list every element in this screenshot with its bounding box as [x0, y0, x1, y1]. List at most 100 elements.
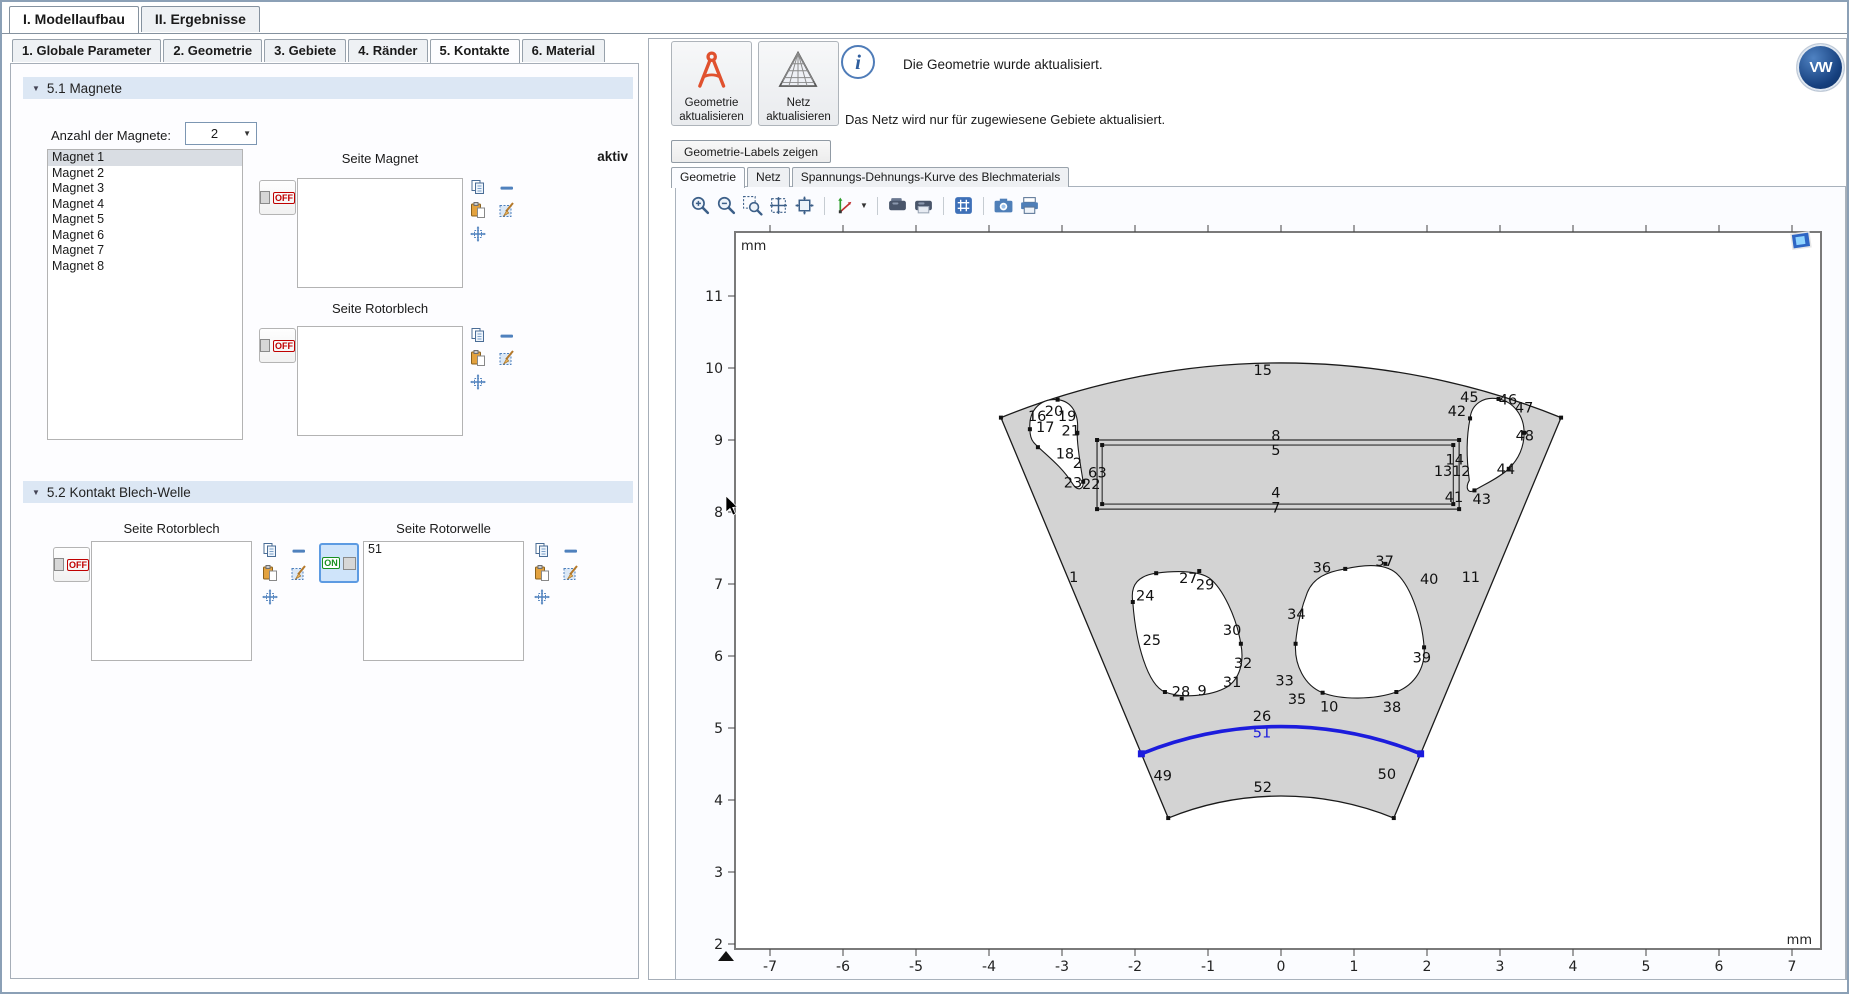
magnet-list-item[interactable]: Magnet 1 — [48, 150, 242, 166]
side-rotorblech-label: Seite Rotorblech — [297, 301, 463, 316]
copy-icon[interactable] — [533, 541, 551, 559]
step-tab-6-material[interactable]: 6. Material — [522, 39, 606, 62]
clear-selection-icon[interactable] — [290, 564, 308, 582]
side-magnet-selection-list[interactable] — [297, 178, 463, 288]
svg-text:-1: -1 — [1201, 959, 1215, 975]
geometry-label-13: 13 — [1434, 464, 1452, 480]
svg-text:-6: -6 — [836, 959, 850, 975]
side-magnet-toggle[interactable]: OFF — [259, 180, 296, 215]
side-rotorblech-selection-list[interactable] — [297, 326, 463, 436]
print-icon[interactable] — [1019, 195, 1040, 216]
info-icon: i — [841, 45, 875, 79]
magnet-count-select[interactable]: 2 ▼ — [185, 122, 257, 145]
plot-corner-image-icon[interactable] — [1791, 232, 1811, 249]
zoom-selection-icon[interactable] — [533, 588, 551, 606]
update-geometry-button[interactable]: Geometrie aktualisieren — [671, 41, 752, 126]
remove-icon[interactable] — [498, 327, 516, 345]
paste-icon[interactable] — [469, 201, 487, 219]
side-rotorblech-toggle[interactable]: OFF — [259, 328, 296, 363]
paste-icon[interactable] — [261, 564, 279, 582]
checkbox-icon — [343, 557, 356, 570]
magnet-list-item[interactable]: Magnet 5 — [48, 212, 242, 228]
export-image-alt-icon[interactable] — [913, 195, 934, 216]
section-header-magnete[interactable]: ▼ 5.1 Magnete — [23, 77, 633, 99]
zoom-selection-icon[interactable] — [469, 373, 487, 391]
svg-text:7: 7 — [714, 577, 723, 593]
svg-text:9: 9 — [714, 433, 723, 449]
magnet-list-item[interactable]: Magnet 8 — [48, 259, 242, 275]
copy-icon[interactable] — [469, 178, 487, 196]
magnet-list[interactable]: Magnet 1Magnet 2Magnet 3Magnet 4Magnet 5… — [47, 149, 243, 440]
copy-icon[interactable] — [261, 541, 279, 559]
geometry-label-41: 41 — [1445, 490, 1463, 506]
zoom-box-icon[interactable] — [742, 195, 763, 216]
clear-selection-icon[interactable] — [562, 564, 580, 582]
zoom-extents-icon[interactable] — [768, 195, 789, 216]
plot-area: -7-6-5-4-3-2-101234567234567891011mmmm15… — [675, 186, 1846, 980]
remove-icon[interactable] — [498, 179, 516, 197]
geometry-label-22: 22 — [1082, 477, 1100, 493]
clear-selection-icon[interactable] — [498, 201, 516, 219]
update-mesh-button[interactable]: Netz aktualisieren — [758, 41, 839, 126]
side-rotorblech-icon-column — [469, 326, 521, 402]
axis-orientation-icon[interactable] — [834, 195, 855, 216]
show-geometry-labels-button[interactable]: Geometrie-Labels zeigen — [671, 140, 831, 163]
main-tab-ii-ergebnisse[interactable]: II. Ergebnisse — [141, 6, 260, 32]
view-tab-netz[interactable]: Netz — [747, 167, 790, 187]
magnet-count-label: Anzahl der Magnete: — [51, 128, 171, 143]
geometry-label-43: 43 — [1473, 492, 1491, 508]
selected-boundary-item[interactable]: 51 — [364, 542, 523, 558]
zoom-selection-icon[interactable] — [261, 588, 279, 606]
geometry-label-30: 30 — [1223, 623, 1241, 639]
geometry-label-44: 44 — [1497, 462, 1515, 478]
export-image-icon[interactable] — [887, 195, 908, 216]
kontakt-rotorwelle-selection-list[interactable]: 51 — [363, 541, 524, 661]
remove-icon[interactable] — [562, 542, 580, 560]
magnet-list-item[interactable]: Magnet 2 — [48, 166, 242, 182]
kontakt-rotorblech-toggle[interactable]: OFF — [53, 547, 90, 582]
geometry-label-10: 10 — [1320, 699, 1338, 715]
step-tab-1-globale-parameter[interactable]: 1. Globale Parameter — [12, 39, 161, 62]
magnet-list-item[interactable]: Magnet 4 — [48, 197, 242, 213]
main-tab-i-modellaufbau[interactable]: I. Modellaufbau — [9, 6, 139, 33]
geometry-label-28: 28 — [1172, 684, 1190, 700]
copy-icon[interactable] — [469, 326, 487, 344]
zoom-out-icon[interactable] — [716, 195, 737, 216]
kontakt-rotorwelle-toggle[interactable]: ON — [319, 543, 359, 583]
grid-icon[interactable] — [953, 195, 974, 216]
kontakt-rotorblech-selection-list[interactable] — [91, 541, 252, 661]
magnet-list-item[interactable]: Magnet 7 — [48, 243, 242, 259]
step-tab-5-kontakte[interactable]: 5. Kontakte — [430, 39, 520, 63]
snapshot-camera-icon[interactable] — [993, 195, 1014, 216]
app-window: I. ModellaufbauII. Ergebnisse 1. Globale… — [0, 0, 1849, 994]
geometry-plot-canvas[interactable]: -7-6-5-4-3-2-101234567234567891011mmmm15… — [676, 187, 1847, 981]
step-tab-2-geometrie[interactable]: 2. Geometrie — [163, 39, 262, 62]
paste-icon[interactable] — [469, 349, 487, 367]
svg-text:11: 11 — [705, 289, 723, 305]
zoom-selection-icon[interactable] — [469, 225, 487, 243]
svg-text:4: 4 — [714, 793, 723, 809]
side-magnet-label: Seite Magnet — [297, 151, 463, 166]
cutout-pocket-right[interactable] — [1295, 565, 1424, 698]
step-tab-3-gebiete[interactable]: 3. Gebiete — [264, 39, 346, 62]
step-tab-4-ränder[interactable]: 4. Ränder — [348, 39, 427, 62]
chevron-down-icon[interactable]: ▼ — [860, 201, 868, 210]
geometry-label-25: 25 — [1143, 633, 1161, 649]
geometry-label-35: 35 — [1288, 692, 1306, 708]
geometry-label-17: 17 — [1036, 420, 1054, 436]
svg-text:5: 5 — [714, 721, 723, 737]
section-header-kontakt[interactable]: ▼ 5.2 Kontakt Blech-Welle — [23, 481, 633, 503]
view-tab-spannungs-dehnungs-kurve-des-blechmaterials[interactable]: Spannungs-Dehnungs-Kurve des Blechmateri… — [792, 167, 1069, 187]
remove-icon[interactable] — [290, 542, 308, 560]
fit-window-icon[interactable] — [794, 195, 815, 216]
geometry-label-15: 15 — [1254, 363, 1272, 379]
geometry-label-37: 37 — [1375, 554, 1393, 570]
zoom-in-icon[interactable] — [690, 195, 711, 216]
svg-text:6: 6 — [714, 649, 723, 665]
paste-icon[interactable] — [533, 564, 551, 582]
magnet-list-item[interactable]: Magnet 6 — [48, 228, 242, 244]
magnet-list-item[interactable]: Magnet 3 — [48, 181, 242, 197]
svg-text:5: 5 — [1642, 959, 1651, 975]
clear-selection-icon[interactable] — [498, 349, 516, 367]
view-tab-geometrie[interactable]: Geometrie — [671, 167, 745, 188]
